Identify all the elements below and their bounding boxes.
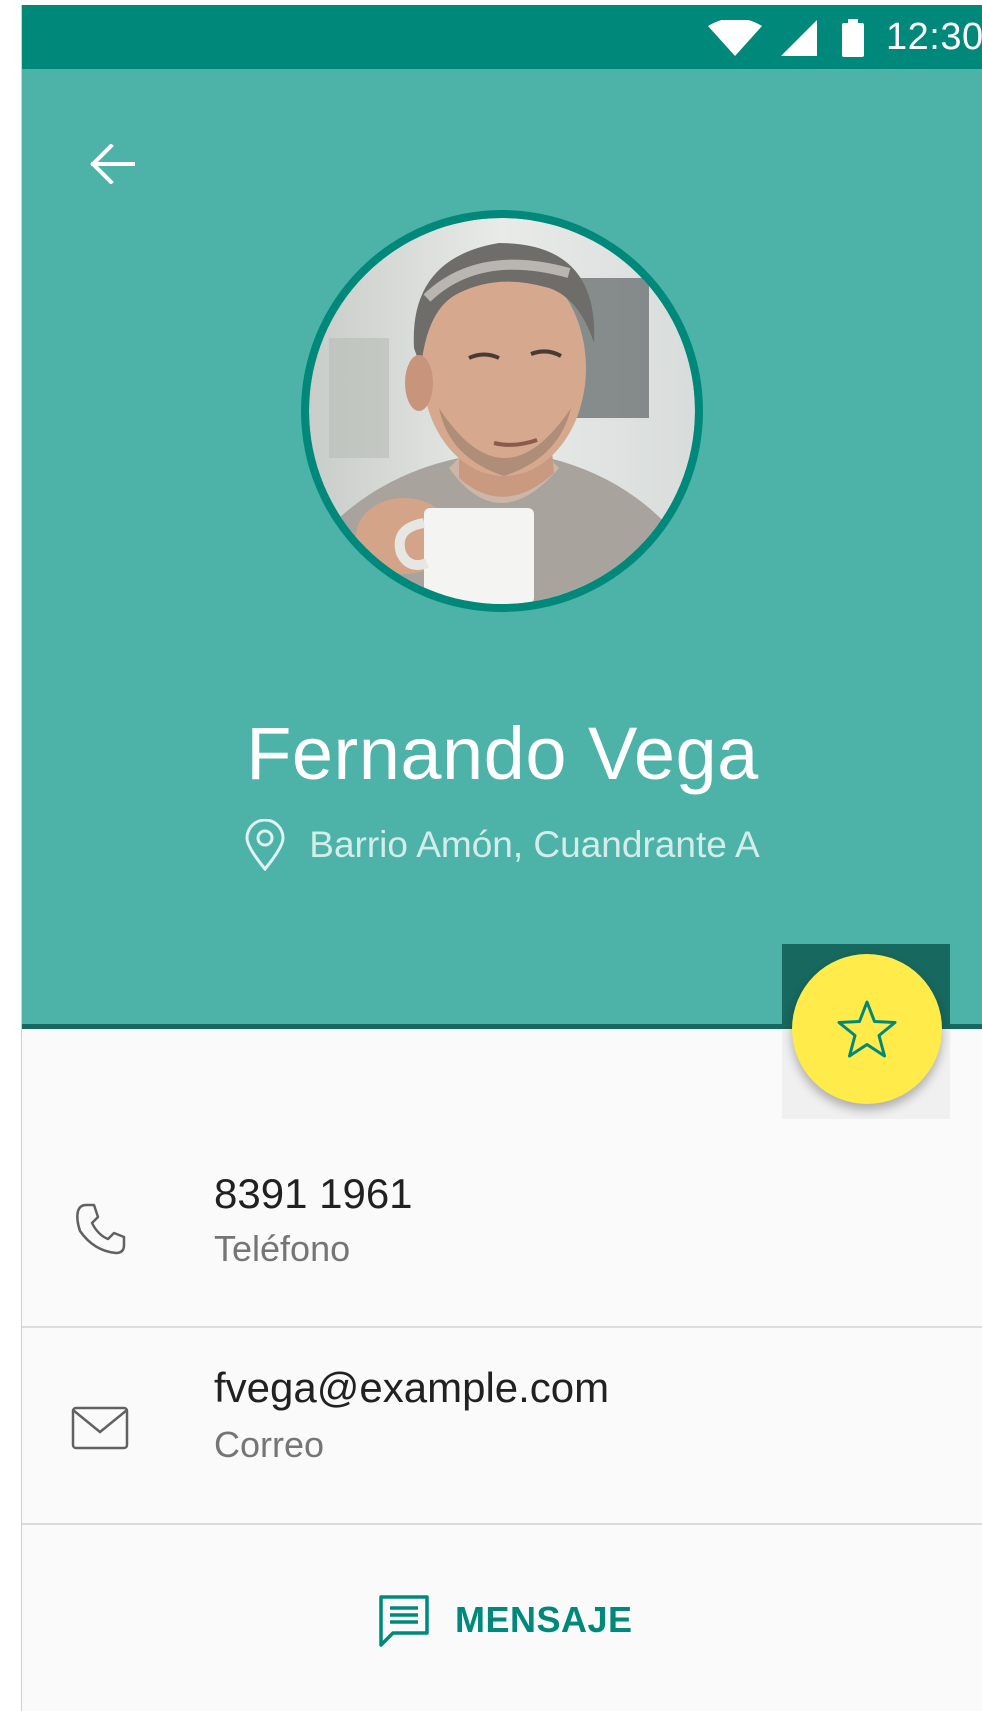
email-address: fvega@example.com xyxy=(214,1364,610,1411)
location-row: Barrio Amón, Cuandrante A xyxy=(22,819,982,871)
location-pin-icon xyxy=(245,819,285,871)
profile-header: Fernando Vega Barrio Amón, Cuandrante A xyxy=(22,69,982,1029)
phone-row[interactable]: 8391 1961 Teléfono xyxy=(22,1134,982,1328)
phone-label: Teléfono xyxy=(214,1228,351,1269)
arrow-back-icon xyxy=(90,144,135,184)
phone-icon xyxy=(60,1189,140,1269)
phone-number: 8391 1961 xyxy=(214,1170,413,1217)
message-icon xyxy=(377,1593,431,1647)
message-label: MENSAJE xyxy=(455,1599,633,1640)
email-row[interactable]: fvega@example.com Correo xyxy=(22,1328,982,1525)
avatar xyxy=(301,210,703,612)
mail-icon xyxy=(60,1388,140,1468)
location-text: Barrio Amón, Cuandrante A xyxy=(309,824,760,865)
signal-icon xyxy=(781,20,817,56)
battery-icon xyxy=(842,19,864,57)
profile-photo xyxy=(309,218,695,604)
contact-detail-screen: 12:30 Fernando Vega Barrio Amón, Cuandra… xyxy=(21,5,982,1711)
back-button[interactable] xyxy=(72,124,152,204)
star-outline-icon xyxy=(837,1000,897,1058)
wifi-icon xyxy=(708,20,762,56)
message-button[interactable]: MENSAJE xyxy=(377,1585,633,1655)
email-label: Correo xyxy=(214,1424,325,1465)
contact-name: Fernando Vega xyxy=(246,712,759,795)
favorite-button[interactable] xyxy=(792,954,942,1104)
status-clock: 12:30 xyxy=(886,16,982,58)
status-bar: 12:30 xyxy=(22,5,982,69)
